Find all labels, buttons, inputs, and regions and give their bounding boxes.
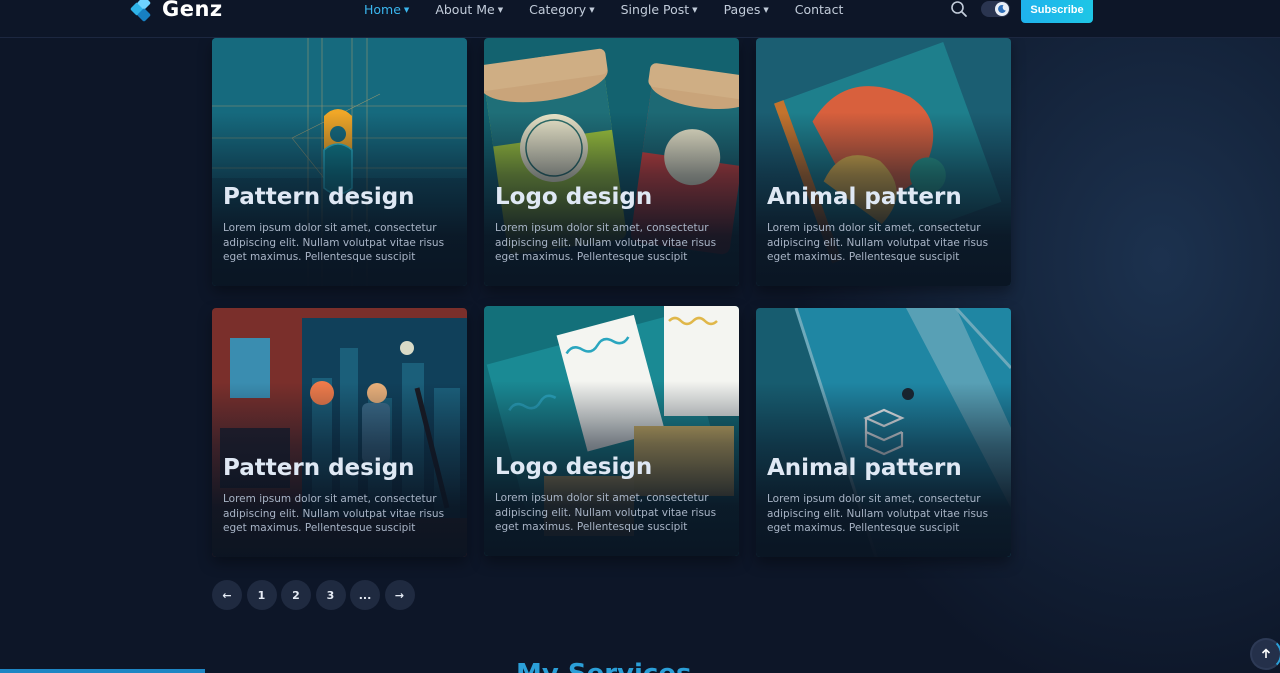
post-card[interactable]: Pattern design Lorem ipsum dolor sit ame… <box>212 38 467 286</box>
card-description: Lorem ipsum dolor sit amet, consectetur … <box>223 222 445 263</box>
caret-down-icon: ▼ <box>589 5 595 14</box>
subscribe-button[interactable]: Subscribe <box>1021 0 1093 23</box>
page-button-1[interactable]: 1 <box>246 580 277 610</box>
post-card[interactable]: Pattern design Lorem ipsum dolor sit ame… <box>212 308 467 557</box>
caret-down-icon: ▼ <box>692 5 698 14</box>
nav-item-home[interactable]: Home ▼ <box>364 2 409 17</box>
nav-item-single-post[interactable]: Single Post ▼ <box>621 2 698 17</box>
post-card[interactable]: Logo design Lorem ipsum dolor sit amet, … <box>484 306 739 556</box>
theme-toggle[interactable] <box>981 1 1010 17</box>
card-title[interactable]: Logo design <box>495 184 652 210</box>
nav-item-contact[interactable]: Contact <box>795 2 844 17</box>
site-logo[interactable]: Genz <box>129 0 223 23</box>
page-ellipsis[interactable]: ... <box>350 580 380 610</box>
card-description: Lorem ipsum dolor sit amet, consectetur … <box>223 493 445 534</box>
page-button-3[interactable]: 3 <box>315 580 346 610</box>
card-description: Lorem ipsum dolor sit amet, consectetur … <box>767 222 989 263</box>
nav-item-about-me[interactable]: About Me ▼ <box>435 2 503 17</box>
card-description: Lorem ipsum dolor sit amet, consectetur … <box>495 492 717 533</box>
post-card[interactable]: Animal pattern Lorem ipsum dolor sit ame… <box>756 38 1011 286</box>
arrow-up-icon <box>1261 648 1271 658</box>
caret-down-icon: ▼ <box>497 5 504 14</box>
nav-item-label: Contact <box>794 2 844 17</box>
logo-icon <box>129 0 154 23</box>
search-icon[interactable] <box>950 0 968 18</box>
card-title[interactable]: Pattern design <box>223 184 415 210</box>
nav-item-label: About Me <box>435 2 495 17</box>
pagination: ← 1 2 3 ... → <box>212 580 419 610</box>
post-card[interactable]: Animal pattern Lorem ipsum dolor sit ame… <box>756 308 1011 557</box>
card-title[interactable]: Animal pattern <box>767 184 962 210</box>
card-description: Lorem ipsum dolor sit amet, consectetur … <box>767 493 989 534</box>
scroll-progress-bar <box>0 669 205 673</box>
main-nav: Home ▼ About Me ▼ Category ▼ Single Post ▼ P… <box>364 2 869 17</box>
moon-icon <box>995 2 1009 16</box>
nav-item-label: Home <box>364 2 401 17</box>
next-page-button[interactable]: → <box>384 580 415 610</box>
post-card[interactable]: Logo design Lorem ipsum dolor sit amet, … <box>484 38 739 286</box>
nav-item-label: Pages <box>723 2 761 17</box>
page-button-2[interactable]: 2 <box>281 580 311 610</box>
prev-page-button[interactable]: ← <box>212 580 242 610</box>
caret-down-icon: ▼ <box>403 5 410 14</box>
brand-name: Genz <box>162 0 223 21</box>
section-heading-services: My Services <box>516 660 691 673</box>
nav-item-category[interactable]: Category ▼ <box>529 2 595 17</box>
card-title[interactable]: Animal pattern <box>767 455 962 481</box>
site-header: Genz Home ▼ About Me ▼ Category ▼ Single Po… <box>0 0 1280 38</box>
nav-item-label: Category <box>529 2 587 17</box>
caret-down-icon: ▼ <box>763 5 769 14</box>
back-to-top-button[interactable] <box>1250 638 1280 670</box>
card-title[interactable]: Logo design <box>495 454 652 480</box>
card-title[interactable]: Pattern design <box>223 455 415 481</box>
nav-item-label: Single Post <box>620 2 690 17</box>
card-description: Lorem ipsum dolor sit amet, consectetur … <box>495 222 717 263</box>
nav-item-pages[interactable]: Pages ▼ <box>724 2 769 17</box>
